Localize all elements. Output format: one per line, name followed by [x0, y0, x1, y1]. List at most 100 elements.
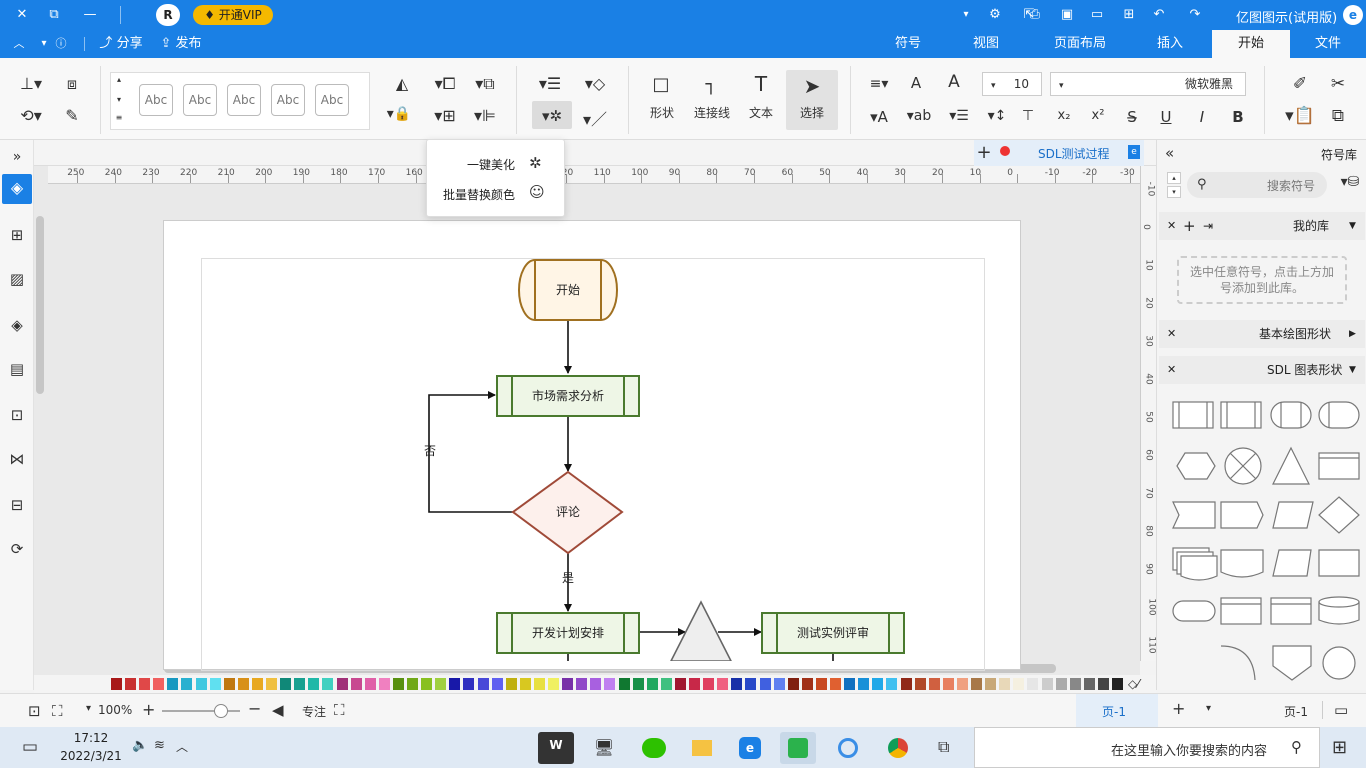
style-preset-3[interactable]: Abc [227, 84, 261, 116]
color-swatch[interactable] [985, 678, 997, 690]
chrome-icon[interactable] [880, 732, 916, 764]
sdl-shape-card[interactable] [1318, 549, 1360, 577]
sdl-shape-block[interactable] [1172, 401, 1214, 429]
color-swatch[interactable] [660, 678, 672, 690]
superscript-icon[interactable]: x² [1088, 108, 1108, 123]
color-swatch[interactable] [872, 678, 884, 690]
vertical-scrollbar[interactable] [36, 216, 44, 394]
zoom-level[interactable]: 100% [98, 703, 132, 717]
collapse-panel-icon[interactable]: « [1165, 144, 1174, 162]
color-swatch[interactable] [1013, 678, 1025, 690]
color-swatch[interactable] [971, 678, 982, 690]
section-sdl-shapes[interactable]: ✕ SDL 图表形状 ▼ [1159, 356, 1365, 384]
cut-icon[interactable]: ✂ [1326, 74, 1350, 94]
fill-icon[interactable]: ▾◇ [580, 74, 610, 93]
color-swatch[interactable] [167, 678, 179, 690]
group-icon[interactable]: ⧈ [60, 74, 84, 94]
highlight-icon[interactable]: ▾ab [902, 108, 936, 124]
color-swatch[interactable] [745, 678, 757, 690]
color-swatch[interactable] [830, 678, 841, 690]
sdl-shape-pentagon[interactable] [1272, 645, 1312, 681]
color-swatch[interactable] [350, 678, 362, 690]
sdl-shape-rounded[interactable] [1172, 600, 1216, 622]
color-swatch[interactable] [110, 678, 122, 690]
select-tool-button[interactable]: ➤ 选择 [786, 70, 838, 130]
sdl-shape-document[interactable] [1220, 549, 1264, 578]
edraw-app-icon[interactable]: e [732, 732, 768, 764]
color-swatch[interactable] [223, 678, 235, 690]
color-swatch[interactable] [815, 678, 827, 690]
color-swatch[interactable] [1041, 678, 1053, 690]
sdl-shape-process[interactable] [1220, 401, 1262, 429]
focus-mode-icon[interactable]: ⛶ [334, 701, 345, 719]
color-swatch[interactable] [139, 678, 151, 690]
color-swatch[interactable] [632, 678, 644, 690]
avatar[interactable]: R [156, 4, 180, 26]
tab-symbol[interactable]: 符号 [886, 30, 930, 58]
align-text-icon[interactable]: ≡▾ [864, 76, 894, 92]
chevron-down-icon[interactable]: ▾ [1206, 703, 1211, 714]
symbol-search-input[interactable]: ⚲ 搜索符号 [1187, 172, 1327, 198]
color-swatch[interactable] [562, 678, 574, 690]
close-icon[interactable]: ✕ [1167, 212, 1176, 240]
wps-app-icon[interactable]: W [538, 732, 574, 764]
color-swatch[interactable] [590, 678, 602, 690]
menu-item-batch-recolor[interactable]: ☺ 批量替换颜色 [427, 182, 564, 206]
color-swatch[interactable] [731, 678, 743, 690]
color-swatch[interactable] [519, 678, 531, 690]
connector-tool-label[interactable]: 连接线 [690, 104, 734, 121]
color-swatch[interactable] [956, 678, 968, 690]
size-icon[interactable]: ▾⧠ [430, 74, 460, 94]
grow-font-icon[interactable]: A [940, 72, 968, 92]
gallery-down-icon[interactable]: ▾ [113, 95, 125, 104]
zoom-slider-handle[interactable] [214, 704, 228, 718]
presentation-icon[interactable]: ⊟ [4, 492, 30, 518]
page-icon[interactable]: ▤ [4, 356, 30, 382]
section-my-library[interactable]: ✕ + ⇥ 我的库 ▼ [1159, 212, 1365, 240]
close-icon[interactable]: ✕ [1167, 320, 1176, 348]
style-preset-4[interactable]: Abc [271, 84, 305, 116]
color-swatch[interactable] [942, 678, 954, 690]
chevron-down-icon[interactable]: ▾ [958, 0, 974, 30]
paste-icon[interactable]: ▾📋 [1282, 106, 1318, 126]
color-swatch[interactable] [407, 678, 418, 690]
vip-button[interactable]: ♦ 开通VIP [193, 5, 273, 25]
sdl-shape-database[interactable] [1318, 596, 1360, 625]
sdl-shape-arc[interactable] [1220, 645, 1256, 681]
color-swatch[interactable] [646, 678, 658, 690]
sdl-shape-terminator[interactable] [1270, 401, 1312, 429]
wechat-app-icon[interactable] [636, 732, 672, 764]
file-explorer-icon[interactable] [684, 732, 720, 764]
gallery-more-icon[interactable]: ≡ [113, 113, 125, 122]
color-swatch[interactable] [914, 678, 926, 690]
color-swatch[interactable] [491, 678, 503, 690]
image-icon[interactable]: ▨ [4, 266, 30, 292]
windows-start-icon[interactable]: ⊞ [1332, 737, 1347, 758]
sdl-shape-parallelogram[interactable] [1272, 549, 1312, 577]
color-swatch[interactable] [322, 678, 334, 690]
color-swatch[interactable] [1083, 678, 1095, 690]
print-icon[interactable]: ⎙ [1024, 0, 1046, 30]
shape-tool-label[interactable]: 形状 [648, 104, 676, 121]
import-icon[interactable]: ⇥ [1203, 212, 1213, 240]
bullets-icon[interactable]: ▾☰ [946, 108, 972, 124]
shape-tool-icon[interactable]: □ [648, 74, 674, 95]
color-swatch[interactable] [364, 678, 376, 690]
page-tab-1[interactable]: 页-1 [1076, 694, 1158, 727]
format-painter-icon[interactable]: ✐ [1288, 74, 1312, 94]
sdl-shape-state[interactable] [1318, 401, 1360, 429]
fullscreen-icon[interactable]: ⛶ [52, 702, 63, 720]
color-swatch[interactable] [576, 678, 588, 690]
strikethrough-icon[interactable]: S̶ [1122, 108, 1142, 126]
color-swatch[interactable] [251, 678, 263, 690]
color-swatch[interactable] [1055, 678, 1067, 690]
color-swatch[interactable] [392, 678, 404, 690]
add-tab-icon[interactable]: + [974, 142, 994, 163]
color-swatch[interactable] [759, 678, 771, 690]
text-tool-label[interactable]: 文本 [746, 104, 776, 121]
color-swatch[interactable] [999, 678, 1011, 690]
taskbar-search-input[interactable]: 在这里输入你要搜索的内容 ⚲ [974, 727, 1320, 768]
color-swatch[interactable] [703, 678, 715, 690]
color-swatch[interactable] [421, 678, 433, 690]
section-basic-shapes[interactable]: ✕ 基本绘图形状 ▶ [1159, 320, 1365, 348]
